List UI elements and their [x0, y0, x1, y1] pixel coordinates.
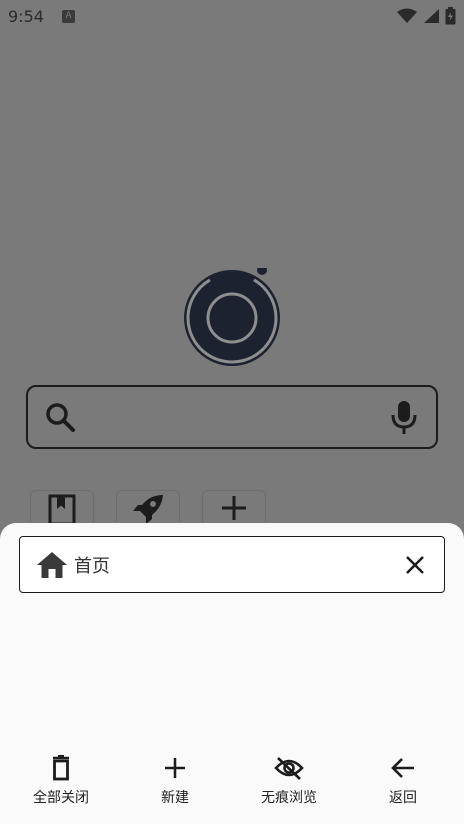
search-bar[interactable]	[26, 385, 438, 449]
tab-switcher-sheet: 首页 全部关闭 新建 无痕浏览 返回	[0, 523, 464, 824]
close-all-button[interactable]: 全部关闭	[14, 753, 108, 813]
back-button[interactable]: 返回	[356, 753, 450, 813]
incognito-label: 无痕浏览	[261, 790, 317, 806]
home-icon	[36, 551, 68, 579]
search-icon[interactable]	[44, 401, 76, 437]
eye-off-icon	[274, 753, 304, 783]
cell-signal-icon	[424, 9, 439, 23]
new-tab-label: 新建	[161, 790, 189, 806]
bookmark-icon	[48, 494, 76, 525]
status-icons	[397, 7, 456, 25]
tab-title: 首页	[74, 555, 110, 577]
close-all-label: 全部关闭	[33, 790, 89, 806]
tab-card[interactable]: 首页	[19, 536, 445, 593]
incognito-button[interactable]: 无痕浏览	[242, 753, 336, 813]
camera-lens-logo	[182, 265, 282, 368]
close-icon[interactable]	[404, 554, 426, 576]
battery-charging-icon	[445, 7, 456, 25]
text-a-icon: A	[61, 9, 75, 23]
new-tab-button[interactable]: 新建	[128, 753, 222, 813]
add-icon	[163, 753, 187, 783]
wifi-icon	[397, 8, 417, 23]
back-label: 返回	[389, 790, 417, 806]
rocket-icon	[133, 495, 163, 524]
trash-icon	[50, 753, 72, 783]
add-icon	[222, 496, 246, 520]
status-bar: 9:54 A	[0, 0, 464, 32]
mic-icon[interactable]	[390, 399, 418, 439]
status-time: 9:54	[8, 6, 44, 26]
tab-actions-bar: 全部关闭 新建 无痕浏览 返回	[0, 753, 464, 813]
arrow-left-icon	[390, 753, 416, 783]
